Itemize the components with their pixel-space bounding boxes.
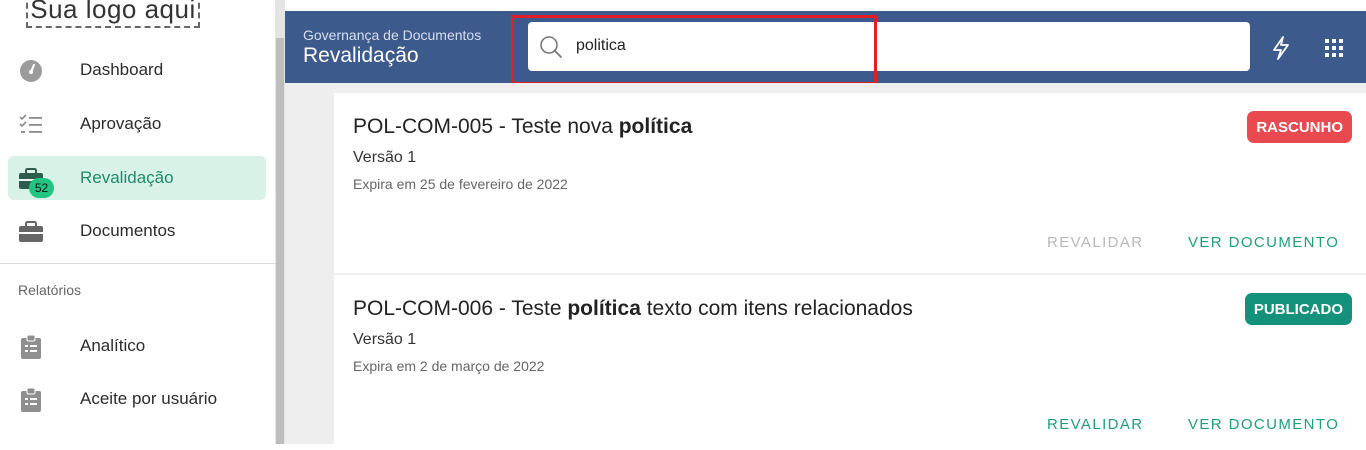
sidebar-item-aceite-por-usuario[interactable]: Aceite por usuário — [8, 377, 266, 421]
document-title: POL-COM-006 - Teste política texto com i… — [353, 297, 913, 320]
search-bar[interactable] — [528, 22, 1250, 71]
clipboard-icon — [18, 334, 44, 360]
revalidate-button[interactable]: REVALIDAR — [1047, 416, 1144, 433]
logo-placeholder: Sua logo aqui — [26, 0, 200, 28]
page-title: Revalidação — [303, 44, 419, 67]
sidebar-item-dashboard[interactable]: Dashboard — [8, 48, 266, 92]
status-badge: PUBLICADO — [1244, 293, 1352, 325]
status-badge: RASCUNHO — [1247, 111, 1352, 143]
sidebar-item-label: Dashboard — [80, 60, 164, 79]
checklist-icon — [18, 112, 44, 138]
sidebar-scrollbar[interactable] — [275, 0, 285, 444]
view-document-button[interactable]: VER DOCUMENTO — [1188, 416, 1339, 433]
document-card: POL-COM-006 - Teste política texto com i… — [334, 275, 1366, 450]
sidebar-divider — [0, 263, 275, 264]
sidebar-item-label: Documentos — [80, 221, 176, 240]
clipboard-icon — [18, 387, 44, 413]
app-subtitle: Governança de Documentos — [303, 27, 482, 43]
document-title: POL-COM-005 - Teste nova política — [353, 115, 693, 138]
sidebar-item-label: Aprovação — [80, 114, 162, 133]
document-expiration: Expira em 25 de fevereiro de 2022 — [353, 176, 568, 192]
speedometer-icon — [18, 58, 44, 84]
document-list: POL-COM-005 - Teste nova política Versão… — [285, 83, 1366, 450]
document-version: Versão 1 — [353, 331, 417, 348]
sidebar-item-aprovacao[interactable]: Aprovação — [8, 102, 266, 146]
revalidation-count-badge: 52 — [29, 178, 54, 198]
revalidate-button[interactable]: REVALIDAR — [1047, 234, 1144, 251]
logo-text: Sua logo aqui — [30, 0, 196, 24]
document-expiration: Expira em 2 de março de 2022 — [353, 358, 545, 374]
lightning-icon[interactable] — [1268, 35, 1294, 61]
page-header: Governança de Documentos Revalidação — [285, 11, 1366, 83]
search-icon — [538, 34, 564, 65]
section-title-relatorios: Relatórios — [18, 282, 82, 298]
sidebar-item-revalidacao[interactable]: 52 Revalidação — [8, 156, 266, 200]
briefcase-icon — [18, 219, 44, 245]
view-document-button[interactable]: VER DOCUMENTO — [1188, 234, 1339, 251]
document-card: POL-COM-005 - Teste nova política Versão… — [334, 93, 1366, 273]
sidebar-item-label: Aceite por usuário — [80, 389, 218, 408]
sidebar-item-label: Analítico — [80, 336, 146, 355]
document-version: Versão 1 — [353, 149, 417, 166]
sidebar-item-documentos[interactable]: Documentos — [8, 209, 266, 253]
sidebar: Sua logo aqui Dashboard Aprovação 52 Rev… — [0, 0, 275, 444]
sidebar-item-label: Revalidação — [80, 168, 174, 187]
apps-grid-icon[interactable] — [1321, 35, 1347, 61]
search-input[interactable] — [576, 32, 1176, 60]
scrollbar-thumb[interactable] — [276, 38, 284, 444]
sidebar-item-analitico[interactable]: Analítico — [8, 324, 266, 368]
